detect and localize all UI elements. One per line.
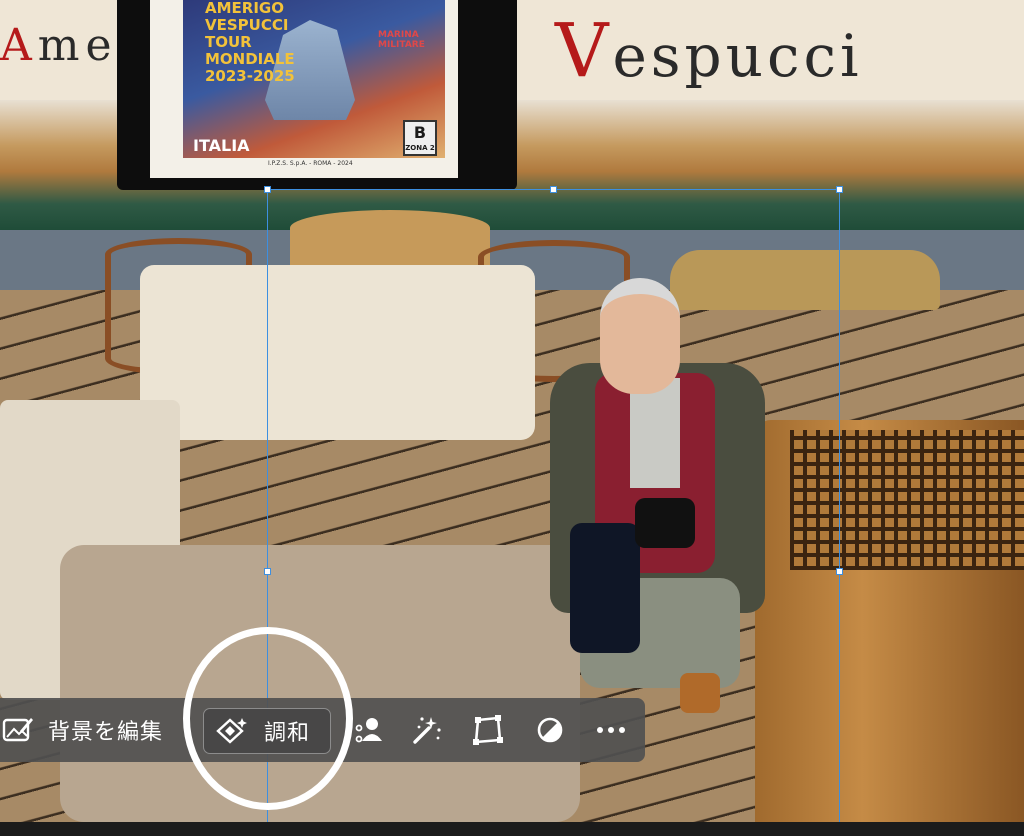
stamp-marina: MARINA MILITARE xyxy=(378,30,425,50)
crate-grate xyxy=(790,430,1024,570)
stamp-footer: I.P.Z.S. S.p.A. - ROMA - 2024 xyxy=(268,160,353,167)
transform-icon xyxy=(472,714,504,746)
stamp-zone: ZONA 2 xyxy=(405,144,435,152)
selection-handle-top-right[interactable] xyxy=(836,186,843,193)
bag xyxy=(570,523,640,653)
adjust-button[interactable] xyxy=(536,706,568,754)
adjust-icon xyxy=(536,716,564,744)
bottom-bar xyxy=(0,822,1024,836)
selection-right-edge xyxy=(839,189,840,822)
more-icon xyxy=(595,725,627,735)
edit-background-button[interactable]: 背景を編集 xyxy=(0,706,185,754)
transform-button[interactable] xyxy=(472,706,508,754)
stamp-denomination: B ZONA 2 xyxy=(403,120,437,156)
selection-handle-middle-right[interactable] xyxy=(836,568,843,575)
banner-text-right: Vespucci xyxy=(555,8,863,94)
banner-text-left: Ame xyxy=(0,20,118,71)
select-subject-button[interactable] xyxy=(354,706,390,754)
highlight-ring-annotation xyxy=(183,627,353,810)
white-hatch-cover xyxy=(140,265,535,440)
magic-wand-button[interactable] xyxy=(411,706,447,754)
shoe xyxy=(680,673,720,713)
magic-wand-icon xyxy=(411,714,443,746)
selection-handle-top-middle[interactable] xyxy=(550,186,557,193)
edit-background-icon xyxy=(2,715,34,745)
camera xyxy=(635,498,695,548)
selection-handle-top-left[interactable] xyxy=(264,186,271,193)
photo-canvas[interactable]: Ame Vespucci AMERIGO VESPUCCI TOUR MONDI… xyxy=(0,0,1024,822)
shirt xyxy=(630,378,680,488)
stamp-denomination-letter: B xyxy=(413,123,427,142)
selection-handle-middle-left[interactable] xyxy=(264,568,271,575)
edit-background-label: 背景を編集 xyxy=(48,720,164,745)
stamp-title: AMERIGO VESPUCCI TOUR MONDIALE 2023-2025 xyxy=(205,0,295,85)
stamp-country: ITALIA xyxy=(193,136,250,155)
more-button[interactable] xyxy=(595,706,631,754)
select-subject-icon xyxy=(354,715,384,745)
head xyxy=(600,278,680,394)
person-subject[interactable] xyxy=(550,278,770,718)
